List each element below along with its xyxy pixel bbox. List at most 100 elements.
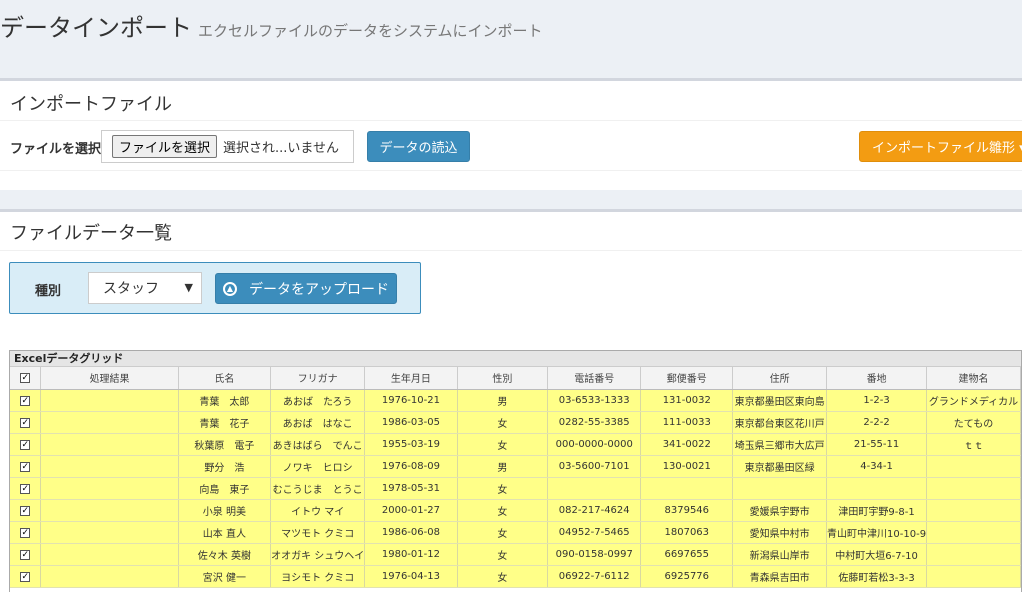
table-cell[interactable]: 青葉 花子 xyxy=(178,411,272,434)
table-row[interactable]: ✓ 秋葉原 電子 あきはばら でんこ 1955-03-19 女 000-0000-0000… xyxy=(10,433,1021,456)
table-cell[interactable]: 津田町宇野9-8-1 xyxy=(826,499,928,522)
table-cell[interactable]: ヨシモト クミコ xyxy=(270,565,366,588)
upload-data-button[interactable]: ▲ データをアップロード xyxy=(215,273,397,304)
table-cell[interactable]: 1976-04-13 xyxy=(364,565,458,588)
table-row[interactable]: ✓ 野分 浩ノワキ ヒロシ 1976-08-09 男 03-5600-7101 130-0… xyxy=(10,455,1021,478)
table-cell[interactable]: 男 xyxy=(457,455,549,478)
table-cell[interactable]: 野分 浩 xyxy=(178,455,272,478)
read-data-button[interactable]: データの読込 xyxy=(367,131,470,162)
table-cell[interactable]: マツモト クミコ xyxy=(270,521,366,544)
table-cell[interactable]: 女 xyxy=(457,499,549,522)
table-cell[interactable]: 04952-7-5465 xyxy=(547,521,642,544)
table-cell[interactable]: 埼玉県三郷市大広戸 xyxy=(732,433,828,456)
column-header[interactable]: 処理結果 xyxy=(40,367,179,390)
column-header[interactable]: 住所 xyxy=(732,367,828,390)
table-cell[interactable]: 東京都墨田区東向島 xyxy=(732,389,828,412)
table-cell[interactable]: 1986-03-05 xyxy=(364,411,458,434)
table-cell[interactable]: 111-0033 xyxy=(640,411,734,434)
table-cell[interactable]: 6925776 xyxy=(640,565,734,588)
table-cell[interactable]: 東京都台東区花川戸 xyxy=(732,411,828,434)
column-header[interactable]: 郵便番号 xyxy=(640,367,734,390)
table-row[interactable]: ✓ 向島 東子 むこうじま とうこ 1978-05-31 女 xyxy=(10,477,1021,500)
table-cell[interactable]: 男 xyxy=(457,389,549,412)
table-cell[interactable]: 131-0032 xyxy=(640,389,734,412)
table-cell[interactable]: あおば はなこ xyxy=(270,411,366,434)
column-header[interactable]: 建物名 xyxy=(926,367,1021,390)
table-row[interactable]: ✓ 青葉 太郎 あおば たろう 1976-10-21 男 03-6533-1333 131-… xyxy=(10,389,1021,412)
table-cell[interactable]: 130-0021 xyxy=(640,455,734,478)
file-input[interactable]: ファイルを選択 選択され...いません xyxy=(101,130,354,163)
table-cell[interactable]: 06922-7-6112 xyxy=(547,565,642,588)
table-cell[interactable] xyxy=(926,543,1021,566)
select-all-cell[interactable]: ✓ xyxy=(10,367,42,390)
table-cell[interactable]: 愛知県中村市 xyxy=(732,521,828,544)
table-row[interactable]: ✓ 宮沢 健一 ヨシモト クミコ 1976-04-13 女 06922-7-6112 692… xyxy=(10,565,1021,588)
table-cell[interactable] xyxy=(40,477,179,500)
select-all-checkbox[interactable]: ✓ xyxy=(20,373,31,384)
row-checkbox[interactable]: ✓ xyxy=(20,505,31,516)
table-cell[interactable]: 向島 東子 xyxy=(178,477,272,500)
table-cell[interactable] xyxy=(826,477,928,500)
table-cell[interactable] xyxy=(40,433,179,456)
table-cell[interactable]: たてもの xyxy=(926,411,1021,434)
table-cell[interactable]: 女 xyxy=(457,433,549,456)
row-checkbox[interactable]: ✓ xyxy=(20,461,31,472)
table-cell[interactable]: 青山町中津川10-10-9 xyxy=(826,521,928,544)
table-cell[interactable]: あおば たろう xyxy=(270,389,366,412)
table-cell[interactable]: 女 xyxy=(457,477,549,500)
row-select-cell[interactable]: ✓ xyxy=(10,411,42,434)
table-cell[interactable] xyxy=(926,565,1021,588)
table-cell[interactable] xyxy=(547,477,642,500)
table-cell[interactable]: ｔｔ xyxy=(926,433,1021,456)
row-checkbox[interactable]: ✓ xyxy=(20,549,31,560)
table-cell[interactable]: 03-6533-1333 xyxy=(547,389,642,412)
table-cell[interactable]: 1980-01-12 xyxy=(364,543,458,566)
table-cell[interactable] xyxy=(40,521,179,544)
table-cell[interactable]: 1807063 xyxy=(640,521,734,544)
column-header[interactable]: フリガナ xyxy=(270,367,366,390)
column-header[interactable]: 電話番号 xyxy=(547,367,642,390)
table-cell[interactable]: 女 xyxy=(457,543,549,566)
row-select-cell[interactable]: ✓ xyxy=(10,477,42,500)
row-select-cell[interactable]: ✓ xyxy=(10,543,42,566)
table-cell[interactable]: 03-5600-7101 xyxy=(547,455,642,478)
row-checkbox[interactable]: ✓ xyxy=(20,439,31,450)
table-cell[interactable] xyxy=(40,499,179,522)
row-select-cell[interactable]: ✓ xyxy=(10,455,42,478)
table-cell[interactable]: グランドメディカル xyxy=(926,389,1021,412)
table-cell[interactable] xyxy=(926,499,1021,522)
table-cell[interactable] xyxy=(40,455,179,478)
column-header[interactable]: 番地 xyxy=(826,367,928,390)
table-cell[interactable]: あきはばら でんこ xyxy=(270,433,366,456)
row-checkbox[interactable]: ✓ xyxy=(20,395,31,406)
table-cell[interactable]: 000-0000-0000 xyxy=(547,433,642,456)
table-cell[interactable]: 6697655 xyxy=(640,543,734,566)
table-cell[interactable] xyxy=(40,565,179,588)
table-cell[interactable]: 女 xyxy=(457,521,549,544)
choose-file-button[interactable]: ファイルを選択 xyxy=(112,135,218,158)
row-select-cell[interactable]: ✓ xyxy=(10,499,42,522)
table-cell[interactable]: オオガキ シュウヘイ xyxy=(270,543,366,566)
table-cell[interactable]: 佐々木 英樹 xyxy=(178,543,272,566)
row-select-cell[interactable]: ✓ xyxy=(10,565,42,588)
table-cell[interactable]: 1978-05-31 xyxy=(364,477,458,500)
table-cell[interactable]: 1-2-3 xyxy=(826,389,928,412)
table-cell[interactable]: 佐藤町若松3-3-3 xyxy=(826,565,928,588)
table-cell[interactable]: ノワキ ヒロシ xyxy=(270,455,366,478)
import-template-dropdown-button[interactable]: インポートファイル雛形 ▾ xyxy=(859,131,1022,162)
row-checkbox[interactable]: ✓ xyxy=(20,571,31,582)
row-select-cell[interactable]: ✓ xyxy=(10,521,42,544)
table-cell[interactable]: 秋葉原 電子 xyxy=(178,433,272,456)
table-cell[interactable]: 341-0022 xyxy=(640,433,734,456)
table-cell[interactable] xyxy=(926,477,1021,500)
table-cell[interactable]: 1976-08-09 xyxy=(364,455,458,478)
table-cell[interactable] xyxy=(926,521,1021,544)
table-cell[interactable]: 0282-55-3385 xyxy=(547,411,642,434)
table-row[interactable]: ✓ 山本 直人 マツモト クミコ 1986-06-08 女 04952-7-5465 180… xyxy=(10,521,1021,544)
table-cell[interactable]: 宮沢 健一 xyxy=(178,565,272,588)
table-cell[interactable]: 山本 直人 xyxy=(178,521,272,544)
table-cell[interactable]: 女 xyxy=(457,411,549,434)
table-cell[interactable] xyxy=(40,543,179,566)
table-cell[interactable]: 090-0158-0997 xyxy=(547,543,642,566)
table-cell[interactable]: 1986-06-08 xyxy=(364,521,458,544)
